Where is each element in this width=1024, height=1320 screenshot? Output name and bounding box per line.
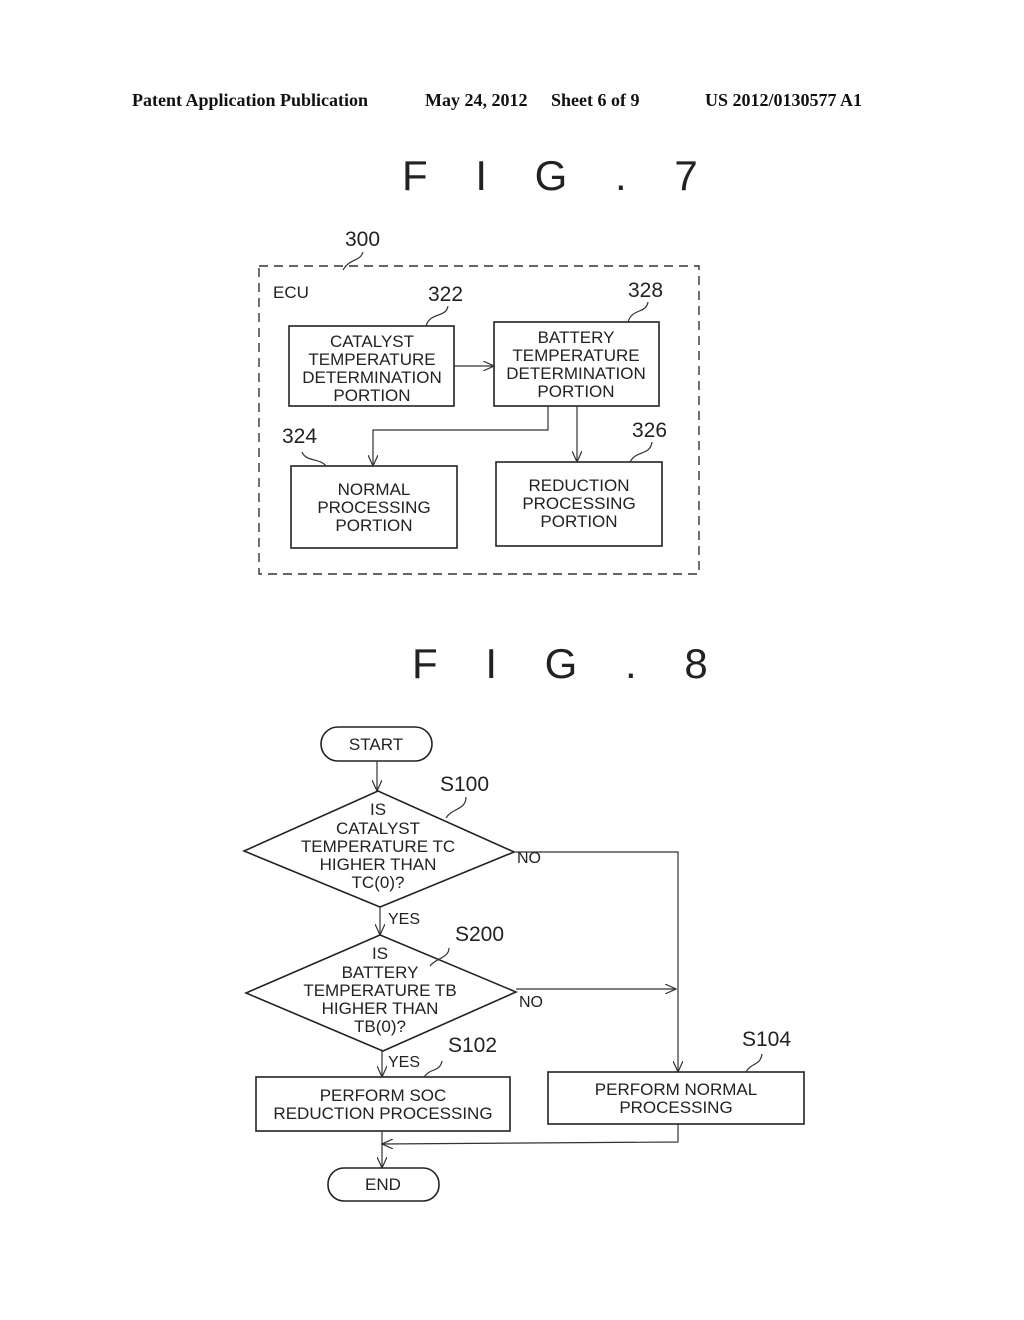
block-text: PROCESSING [317, 498, 430, 517]
block-text: PORTION [540, 512, 617, 531]
block-ref: 328 [628, 279, 663, 302]
block-text: REDUCTION [528, 476, 629, 495]
diagram-canvas: 300 ECU 322 CATALYST TEMPERATURE DETERMI… [241, 228, 805, 1202]
block-text: TEMPERATURE [308, 350, 435, 369]
arrow-328-to-324 [373, 406, 549, 466]
block-text: DETERMINATION [506, 364, 645, 383]
block-normal-processing: 324 NORMAL PROCESSING PORTION [282, 425, 458, 549]
block-text: PORTION [333, 386, 410, 405]
ecu-label: ECU [273, 283, 309, 302]
decision-text: TC(0)? [352, 873, 405, 892]
decision-text: HIGHER THAN [322, 999, 439, 1018]
process-text: REDUCTION PROCESSING [273, 1104, 492, 1123]
step-ref: S104 [742, 1028, 791, 1051]
decision-text: BATTERY [342, 963, 419, 982]
step-ref: S100 [440, 773, 489, 796]
block-text: PORTION [537, 382, 614, 401]
block-text: PROCESSING [522, 494, 635, 513]
process-text: PERFORM NORMAL [595, 1080, 757, 1099]
end-label: END [365, 1175, 401, 1194]
end-terminal: END [327, 1167, 440, 1202]
block-text: TEMPERATURE [512, 346, 639, 365]
process-s104: S104 PERFORM NORMAL PROCESSING [547, 1028, 805, 1125]
block-text: NORMAL [338, 480, 411, 499]
process-text: PERFORM SOC [320, 1086, 447, 1105]
block-text: BATTERY [538, 328, 615, 347]
step-ref: S200 [455, 923, 504, 946]
fig8-flowchart: START S100 IS CATALYST TEMPERATURE TC HI… [241, 726, 805, 1202]
decision-text: TEMPERATURE TB [303, 981, 456, 1000]
decision-text: TEMPERATURE TC [301, 837, 455, 856]
decision-text: TB(0)? [354, 1017, 406, 1036]
block-text: DETERMINATION [302, 368, 441, 387]
no-label: NO [519, 994, 543, 1011]
start-terminal: START [320, 726, 433, 762]
arrow-s100-no-to-s104 [514, 851, 678, 1072]
decision-text: CATALYST [336, 819, 420, 838]
block-ref: 326 [632, 419, 667, 442]
fig7-block-diagram: 300 ECU 322 CATALYST TEMPERATURE DETERMI… [258, 228, 700, 575]
yes-label: YES [388, 911, 420, 928]
block-text: CATALYST [330, 332, 414, 351]
block-ref: 322 [428, 283, 463, 306]
block-catalyst-temperature-determination: 322 CATALYST TEMPERATURE DETERMINATION P… [288, 283, 463, 407]
decision-text: HIGHER THAN [320, 855, 437, 874]
ecu-ref: 300 [345, 228, 380, 251]
ecu-leader [342, 251, 364, 271]
yes-label: YES [388, 1054, 420, 1071]
decision-s100: S100 IS CATALYST TEMPERATURE TC HIGHER T… [241, 773, 541, 928]
start-label: START [349, 735, 403, 754]
block-battery-temperature-determination: 328 BATTERY TEMPERATURE DETERMINATION PO… [493, 279, 663, 407]
process-text: PROCESSING [619, 1098, 732, 1117]
step-ref: S102 [448, 1034, 497, 1057]
block-ref: 324 [282, 425, 317, 448]
decision-text: IS [370, 800, 386, 819]
decision-s200: S200 IS BATTERY TEMPERATURE TB HIGHER TH… [243, 923, 543, 1071]
block-text: PORTION [335, 516, 412, 535]
decision-text: IS [372, 944, 388, 963]
block-reduction-processing: 326 REDUCTION PROCESSING PORTION [495, 419, 667, 547]
